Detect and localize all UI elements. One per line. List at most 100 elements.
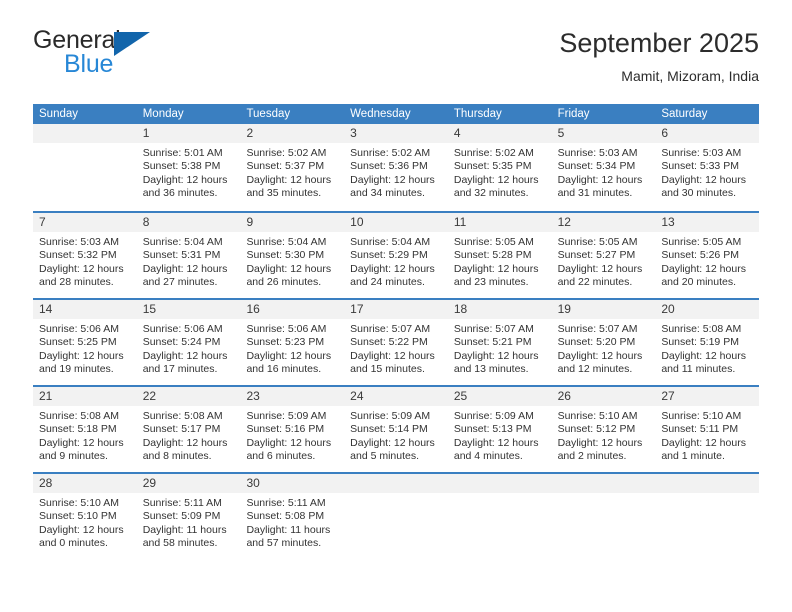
day-cell-6[interactable]: 6 Sunrise: 5:03 AM Sunset: 5:33 PM Daylight… [655,124,760,211]
day-info-line: Sunset: 5:09 PM [142,510,221,523]
day-info-line: Sunset: 5:32 PM [39,249,117,262]
weekday-header-sunday: Sunday [39,108,79,120]
day-info-line: Daylight: 12 hours [350,262,435,275]
calendar-week-row: 7 Sunrise: 5:03 AM Sunset: 5:32 PM Daylight… [33,211,760,298]
day-info-line: Sunset: 5:34 PM [557,160,636,173]
day-cell-20[interactable]: 20 Sunrise: 5:08 AM Sunset: 5:19 PM Dayligh… [655,300,760,385]
day-cell-3[interactable]: 3 Sunrise: 5:02 AM Sunset: 5:36 PM Daylight… [344,124,448,211]
day-info-line: and 23 minutes. [453,276,529,289]
day-info-line: Sunrise: 5:06 AM [246,323,327,335]
day-number: 22 [136,387,241,406]
day-number: 16 [240,300,345,319]
day-number: 4 [447,124,552,143]
day-cell-14[interactable]: 14 Sunrise: 5:06 AM Sunset: 5:25 PM Dayligh… [33,300,137,385]
day-cell-8[interactable]: 8 Sunrise: 5:04 AM Sunset: 5:31 PM Daylight… [136,213,241,298]
day-number: 8 [136,213,241,232]
day-cell-27[interactable]: 27 Sunrise: 5:10 AM Sunset: 5:11 PM Dayligh… [655,387,760,472]
day-info-line: Daylight: 12 hours [142,262,228,275]
day-info-line: Daylight: 12 hours [661,436,746,449]
day-cell-29[interactable]: 29 Sunrise: 5:11 AM Sunset: 5:09 PM Dayligh… [136,474,241,559]
day-info-line: Sunset: 5:29 PM [350,249,428,262]
day-info-line: Daylight: 12 hours [453,173,539,186]
day-cell-11[interactable]: 11 Sunrise: 5:05 AM Sunset: 5:28 PM Dayligh… [447,213,552,298]
day-sun-info [344,493,448,497]
day-info-line: Sunset: 5:10 PM [39,510,117,523]
day-cell-22[interactable]: 22 Sunrise: 5:08 AM Sunset: 5:17 PM Dayligh… [136,387,241,472]
day-info-line: and 27 minutes. [142,276,218,289]
day-info-line: Daylight: 12 hours [142,436,228,449]
day-sun-info: Sunrise: 5:08 AM Sunset: 5:17 PM Daylight:… [137,406,241,464]
day-info-line: and 9 minutes. [39,450,108,463]
day-sun-info: Sunrise: 5:04 AM Sunset: 5:29 PM Daylight:… [344,232,448,290]
day-cell-15[interactable]: 15 Sunrise: 5:06 AM Sunset: 5:24 PM Dayligh… [136,300,241,385]
day-cell-19[interactable]: 19 Sunrise: 5:07 AM Sunset: 5:20 PM Dayligh… [551,300,656,385]
day-info-line: and 26 minutes. [246,276,322,289]
day-info-line: and 15 minutes. [350,363,425,376]
day-cell-17[interactable]: 17 Sunrise: 5:07 AM Sunset: 5:22 PM Dayligh… [344,300,448,385]
day-info-line: Sunset: 5:22 PM [350,336,428,349]
day-info-line: and 17 minutes. [142,363,218,376]
calendar-grid: Sunday Monday Tuesday Wednesday Thursday Frid… [33,104,760,559]
day-info-line: Daylight: 12 hours [39,262,124,275]
day-cell-28[interactable]: 28 Sunrise: 5:10 AM Sunset: 5:10 PM Dayligh… [33,474,137,559]
day-info-line: Sunrise: 5:10 AM [557,410,638,422]
weekday-header-friday: Friday [557,108,590,120]
day-sun-info: Sunrise: 5:08 AM Sunset: 5:19 PM Daylight:… [655,319,759,377]
day-cell-30[interactable]: 30 Sunrise: 5:11 AM Sunset: 5:08 PM Dayligh… [240,474,345,559]
day-cell-10[interactable]: 10 Sunrise: 5:04 AM Sunset: 5:29 PM Dayligh… [344,213,448,298]
day-sun-info: Sunrise: 5:02 AM Sunset: 5:37 PM Daylight:… [240,143,344,201]
day-info-line: Daylight: 11 hours [142,523,227,536]
day-cell-1[interactable]: 1 Sunrise: 5:01 AM Sunset: 5:38 PM Daylight… [136,124,241,211]
day-info-line: Sunrise: 5:07 AM [453,323,534,335]
day-cell-21[interactable]: 21 Sunrise: 5:08 AM Sunset: 5:18 PM Dayligh… [33,387,137,472]
day-cell-18[interactable]: 18 Sunrise: 5:07 AM Sunset: 5:21 PM Dayligh… [447,300,552,385]
weekday-header-wednesday: Wednesday [350,108,411,120]
day-cell-26[interactable]: 26 Sunrise: 5:10 AM Sunset: 5:12 PM Dayligh… [551,387,656,472]
day-info-line: Sunset: 5:12 PM [557,423,636,436]
day-info-line: Sunrise: 5:05 AM [661,236,742,248]
day-cell-empty [551,474,656,559]
day-number: 14 [33,300,137,319]
day-cell-9[interactable]: 9 Sunrise: 5:04 AM Sunset: 5:30 PM Daylight… [240,213,345,298]
day-cell-16[interactable]: 16 Sunrise: 5:06 AM Sunset: 5:23 PM Dayligh… [240,300,345,385]
day-info-line: Sunset: 5:13 PM [453,423,532,436]
day-cell-24[interactable]: 24 Sunrise: 5:09 AM Sunset: 5:14 PM Dayligh… [344,387,448,472]
day-info-line: Sunrise: 5:05 AM [557,236,638,248]
day-info-line: Sunset: 5:31 PM [142,249,221,262]
day-number: 3 [344,124,448,143]
day-number: 18 [447,300,552,319]
day-sun-info: Sunrise: 5:06 AM Sunset: 5:25 PM Daylight:… [33,319,137,377]
day-cell-4[interactable]: 4 Sunrise: 5:02 AM Sunset: 5:35 PM Daylight… [447,124,552,211]
day-info-line: Sunrise: 5:02 AM [246,147,327,159]
day-number: 15 [136,300,241,319]
day-info-line: and 35 minutes. [246,187,322,200]
brand-logo[interactable]: General Blue [33,26,253,86]
day-info-line: Daylight: 12 hours [350,436,435,449]
day-info-line: and 8 minutes. [142,450,212,463]
day-number: 29 [136,474,241,493]
day-cell-25[interactable]: 25 Sunrise: 5:09 AM Sunset: 5:13 PM Dayligh… [447,387,552,472]
day-info-line: Sunset: 5:38 PM [142,160,221,173]
weekday-header-row: Sunday Monday Tuesday Wednesday Thursday Frid… [33,104,759,124]
title-block: September 2025 Mamit, Mizoram, India [559,26,759,86]
day-cell-7[interactable]: 7 Sunrise: 5:03 AM Sunset: 5:32 PM Daylight… [33,213,137,298]
day-sun-info: Sunrise: 5:02 AM Sunset: 5:35 PM Daylight:… [448,143,552,201]
day-cell-23[interactable]: 23 Sunrise: 5:09 AM Sunset: 5:16 PM Dayligh… [240,387,345,472]
day-number [655,474,760,493]
day-cell-13[interactable]: 13 Sunrise: 5:05 AM Sunset: 5:26 PM Dayligh… [655,213,760,298]
day-cell-12[interactable]: 12 Sunrise: 5:05 AM Sunset: 5:27 PM Dayligh… [551,213,656,298]
day-info-line: and 30 minutes. [661,187,737,200]
day-info-line: Sunset: 5:30 PM [246,249,325,262]
day-info-line: and 31 minutes. [557,187,633,200]
day-cell-5[interactable]: 5 Sunrise: 5:03 AM Sunset: 5:34 PM Daylight… [551,124,656,211]
day-info-line: Daylight: 12 hours [246,262,332,275]
day-info-line: Daylight: 12 hours [453,436,539,449]
day-info-line: Daylight: 12 hours [142,173,228,186]
day-cell-2[interactable]: 2 Sunrise: 5:02 AM Sunset: 5:37 PM Daylight… [240,124,345,211]
day-sun-info [552,493,656,497]
day-number: 20 [655,300,760,319]
day-info-line: Sunrise: 5:11 AM [246,497,326,509]
day-number [551,474,656,493]
day-info-line: and 32 minutes. [453,187,529,200]
day-info-line: and 20 minutes. [661,276,737,289]
